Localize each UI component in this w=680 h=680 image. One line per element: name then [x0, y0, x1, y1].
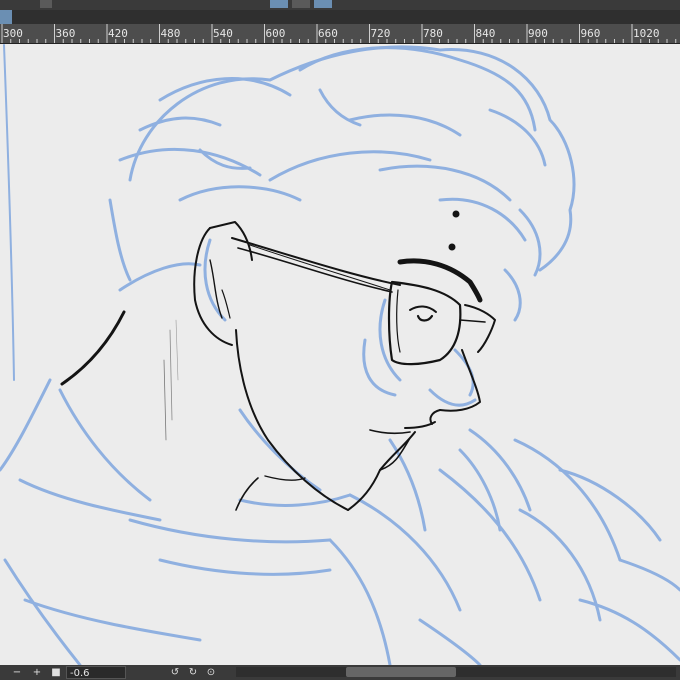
ruler-tick-label: 660 [318, 27, 338, 40]
ruler-tick-label: 780 [423, 27, 443, 40]
rotate-reset-icon[interactable]: ⊙ [204, 666, 218, 679]
zoom-out-button[interactable]: − [10, 666, 24, 679]
zoom-field[interactable]: -0.6 [66, 666, 126, 679]
toolbar-button[interactable] [270, 0, 288, 8]
stop-icon[interactable]: ■ [50, 666, 62, 679]
drawing-canvas[interactable] [0, 44, 680, 665]
toolbar-button[interactable] [40, 0, 52, 8]
ruler-tick-label: 960 [580, 27, 601, 40]
toolbar-button[interactable] [292, 0, 310, 8]
horizontal-scrollbar[interactable] [236, 667, 676, 677]
ruler-tick-label: 1020 [633, 27, 660, 40]
toolbar-button[interactable] [314, 0, 332, 8]
rotate-left-icon[interactable]: ↺ [168, 666, 182, 679]
rotate-right-icon[interactable]: ↻ [186, 666, 200, 679]
scrollbar-thumb[interactable] [346, 667, 456, 677]
ruler-tick-label: 600 [265, 27, 286, 40]
ruler-tick-label: 840 [475, 27, 496, 40]
ruler-ticks [1, 24, 677, 43]
ruler-header [0, 10, 680, 24]
top-toolbar [0, 0, 680, 10]
ruler-tick-label: 300 [3, 27, 23, 40]
ruler-tick-label: 420 [108, 27, 128, 40]
ruler-tick-label: 540 [213, 27, 233, 40]
ruler-tick-label: 720 [370, 27, 391, 40]
sketch-artwork [0, 44, 680, 665]
ruler-tick-label: 360 [55, 27, 76, 40]
ink-lineart-layer [60, 210, 496, 511]
status-bar: − + ■ -0.6 ↺ ↻ ⊙ [0, 665, 680, 680]
rough-sketch-layer [0, 44, 680, 665]
ruler-tick-label: 900 [528, 27, 548, 40]
ruler-origin-marker[interactable] [0, 10, 12, 24]
horizontal-ruler[interactable] [0, 24, 680, 44]
zoom-in-button[interactable]: + [30, 666, 44, 679]
ruler-tick-label: 480 [160, 27, 181, 40]
